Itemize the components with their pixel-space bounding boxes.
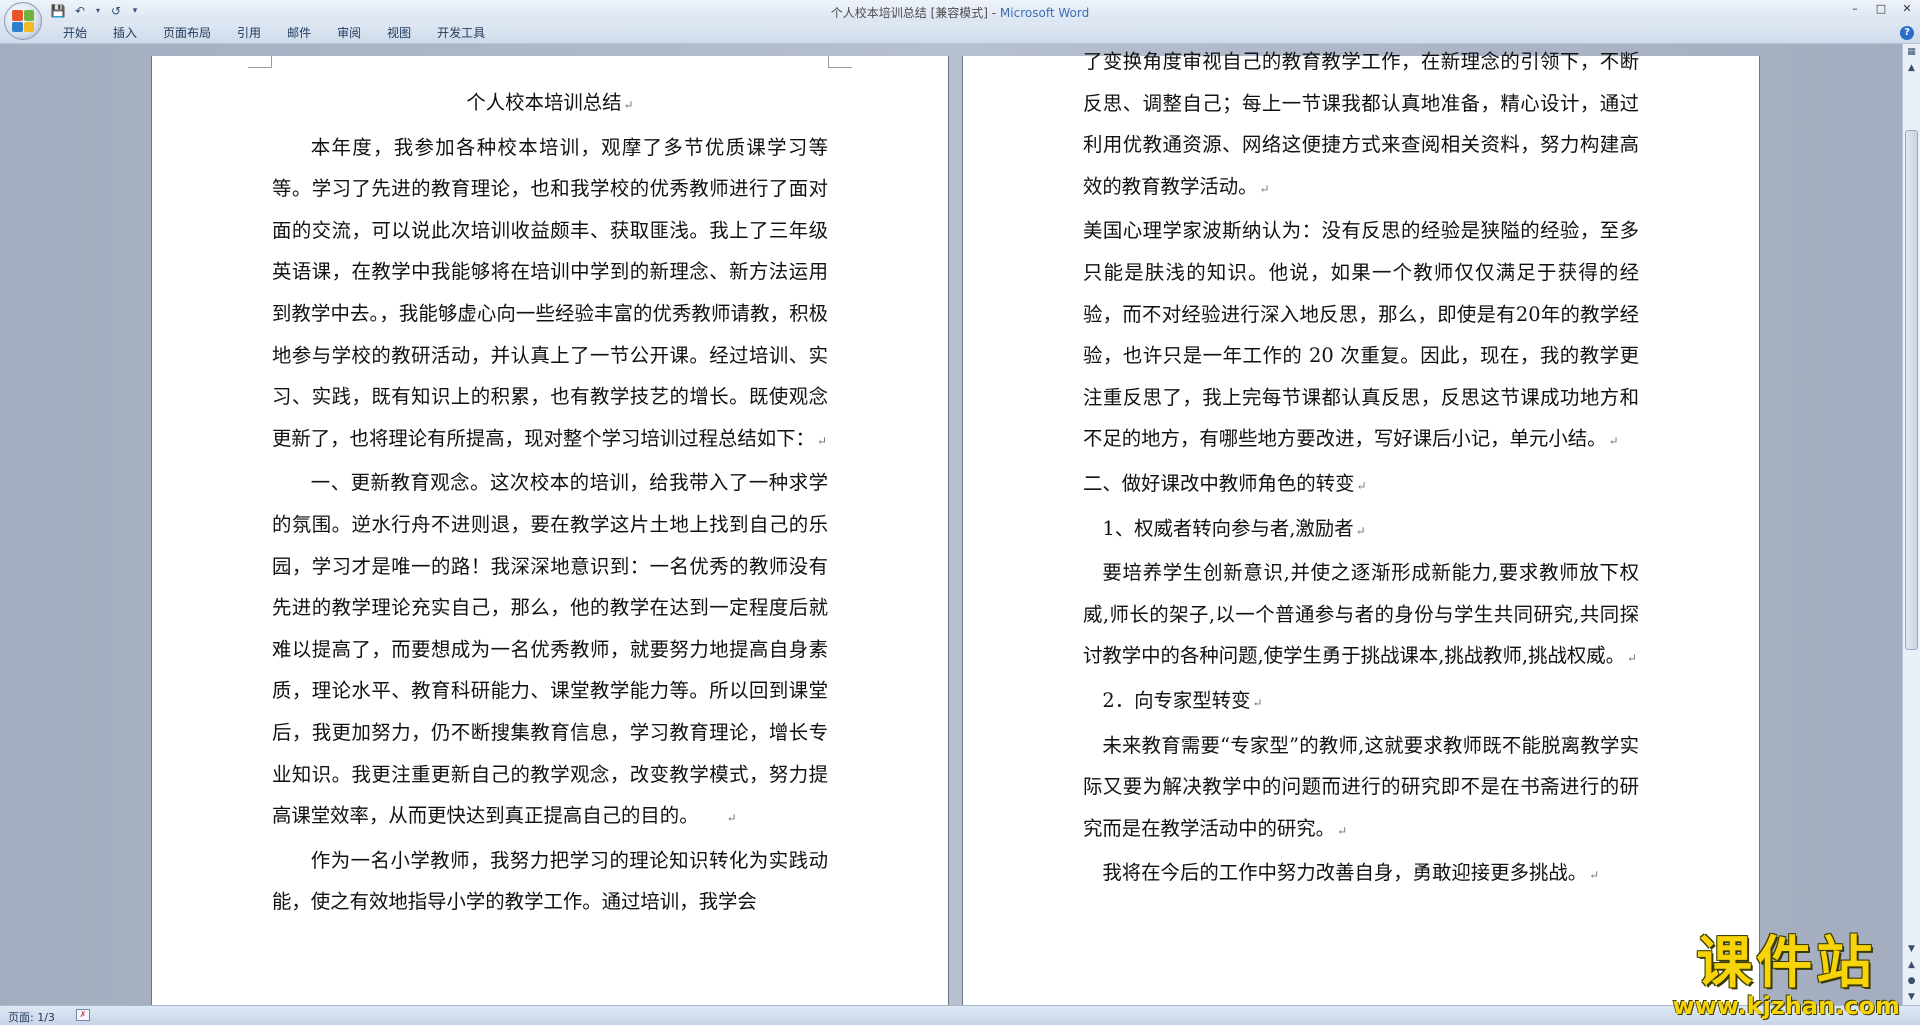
ribbon-tab-bar: 开始 插入 页面布局 引用 邮件 审阅 视图 开发工具 ? <box>0 22 1920 44</box>
paragraph: 一、更新教育观念。这次校本的培训，给我带入了一种求学的氛围。逆水行舟不进则退，要… <box>272 471 828 828</box>
ribbon-tabs: 开始 插入 页面布局 引用 邮件 审阅 视图 开发工具 <box>50 22 498 44</box>
scrollbar-thumb[interactable] <box>1905 130 1918 650</box>
margin-corner-mark <box>248 56 272 68</box>
close-button[interactable]: ✕ <box>1894 0 1920 18</box>
previous-page-icon[interactable]: ▲ <box>1903 957 1920 973</box>
browse-object-icon[interactable]: ● <box>1903 973 1920 989</box>
paragraph: 未来教育需要“专家型”的教师,这就要求教师既不能脱离教学实际又要为解决教学中的问… <box>1083 733 1639 840</box>
tab-view[interactable]: 视图 <box>374 22 424 44</box>
paragraph: 我将在今后的工作中努力改善自身，勇敢迎接更多挑战。 ↵ <box>1102 861 1600 885</box>
paragraph: 美国心理学家波斯纳认为：没有反思的经验是狭隘的经验，至多只能是肤浅的知识。他说，… <box>1083 219 1639 451</box>
tab-insert[interactable]: 插入 <box>100 22 150 44</box>
tab-home[interactable]: 开始 <box>50 22 100 44</box>
tab-review[interactable]: 审阅 <box>324 22 374 44</box>
vertical-scrollbar[interactable]: ▦ ▲ ▼ ▲ ● ▼ <box>1902 44 1920 1005</box>
scroll-down-icon[interactable]: ▼ <box>1903 941 1920 957</box>
help-icon[interactable]: ? <box>1900 26 1914 40</box>
ruler-toggle-icon[interactable]: ▦ <box>1903 44 1920 60</box>
maximize-button[interactable]: □ <box>1868 0 1894 18</box>
margin-corner-mark <box>828 56 852 68</box>
document-page-1[interactable]: 个人校本培训总结 ↵ 本年度，我参加各种校本培训，观摩了多节优质课学习等等。学习了… <box>152 56 948 1005</box>
scroll-bottom-controls: ▼ ▲ ● ▼ <box>1903 941 1920 1005</box>
watermark-logo: 课件站 www.kjzhan.com <box>1672 931 1900 1020</box>
window-title-app: Microsoft Word <box>999 6 1090 20</box>
page-text: 个人校本培训总结 ↵ 本年度，我参加各种校本培训，观摩了多节优质课学习等等。学习了… <box>272 82 828 923</box>
window-title: 个人校本培训总结 [兼容模式] - Microsoft Word <box>0 4 1920 21</box>
next-page-icon[interactable]: ▼ <box>1903 989 1920 1005</box>
document-area: 个人校本培训总结 ↵ 本年度，我参加各种校本培训，观摩了多节优质课学习等等。学习了… <box>0 44 1902 1005</box>
document-title: 个人校本培训总结 ↵ <box>466 91 634 114</box>
paragraph: 要培养学生创新意识,并使之逐渐形成新能力,要求教师放下权威,师长的架子,以一个普… <box>1083 561 1639 668</box>
office-button[interactable] <box>4 2 42 40</box>
paragraph: 作为一名小学教师，我努力把学习的理论知识转化为实践动能，使之有效地指导小学的教学… <box>272 848 828 914</box>
scroll-up-icon[interactable]: ▲ <box>1903 60 1920 76</box>
paragraph: 了变换角度审视自己的教育教学工作，在新理念的引领下，不断反思、调整自己；每上一节… <box>1083 50 1639 198</box>
watermark-url: www.kjzhan.com <box>1672 992 1900 1020</box>
subheading-paragraph: 2．向专家型转变 ↵ <box>1102 688 1263 712</box>
paragraph: 本年度，我参加各种校本培训，观摩了多节优质课学习等等。学习了先进的教育理论，也和… <box>272 135 828 450</box>
tab-developer[interactable]: 开发工具 <box>424 22 498 44</box>
watermark-text: 课件站 <box>1696 931 1877 996</box>
title-bar: 💾 ↶ ▾ ↺ ▾ 个人校本培训总结 [兼容模式] - Microsoft Wo… <box>0 0 1920 22</box>
tab-references[interactable]: 引用 <box>224 22 274 44</box>
heading-paragraph: 二、做好课改中教师角色的转变 ↵ <box>1083 471 1367 495</box>
minimize-button[interactable]: – <box>1842 0 1868 18</box>
tab-mailings[interactable]: 邮件 <box>274 22 324 44</box>
page-count-indicator[interactable]: 页面: 1/3 <box>8 1009 55 1025</box>
proofing-status-icon[interactable]: ✗ <box>76 1009 90 1021</box>
document-page-2[interactable]: 了变换角度审视自己的教育教学工作，在新理念的引领下，不断反思、调整自己；每上一节… <box>963 50 1759 1005</box>
tab-page-layout[interactable]: 页面布局 <box>150 22 224 44</box>
office-logo-icon <box>12 10 34 32</box>
status-bar: 页面: 1/3 ✗ <box>0 1005 1920 1025</box>
window-controls: – □ ✕ <box>1842 0 1920 18</box>
subheading-paragraph: 1、权威者转向参与者,激励者 ↵ <box>1102 516 1366 540</box>
window-title-document: 个人校本培训总结 [兼容模式] - <box>830 6 1000 20</box>
page-text: 了变换角度审视自己的教育教学工作，在新理念的引领下，不断反思、调整自己；每上一节… <box>1083 44 1639 897</box>
